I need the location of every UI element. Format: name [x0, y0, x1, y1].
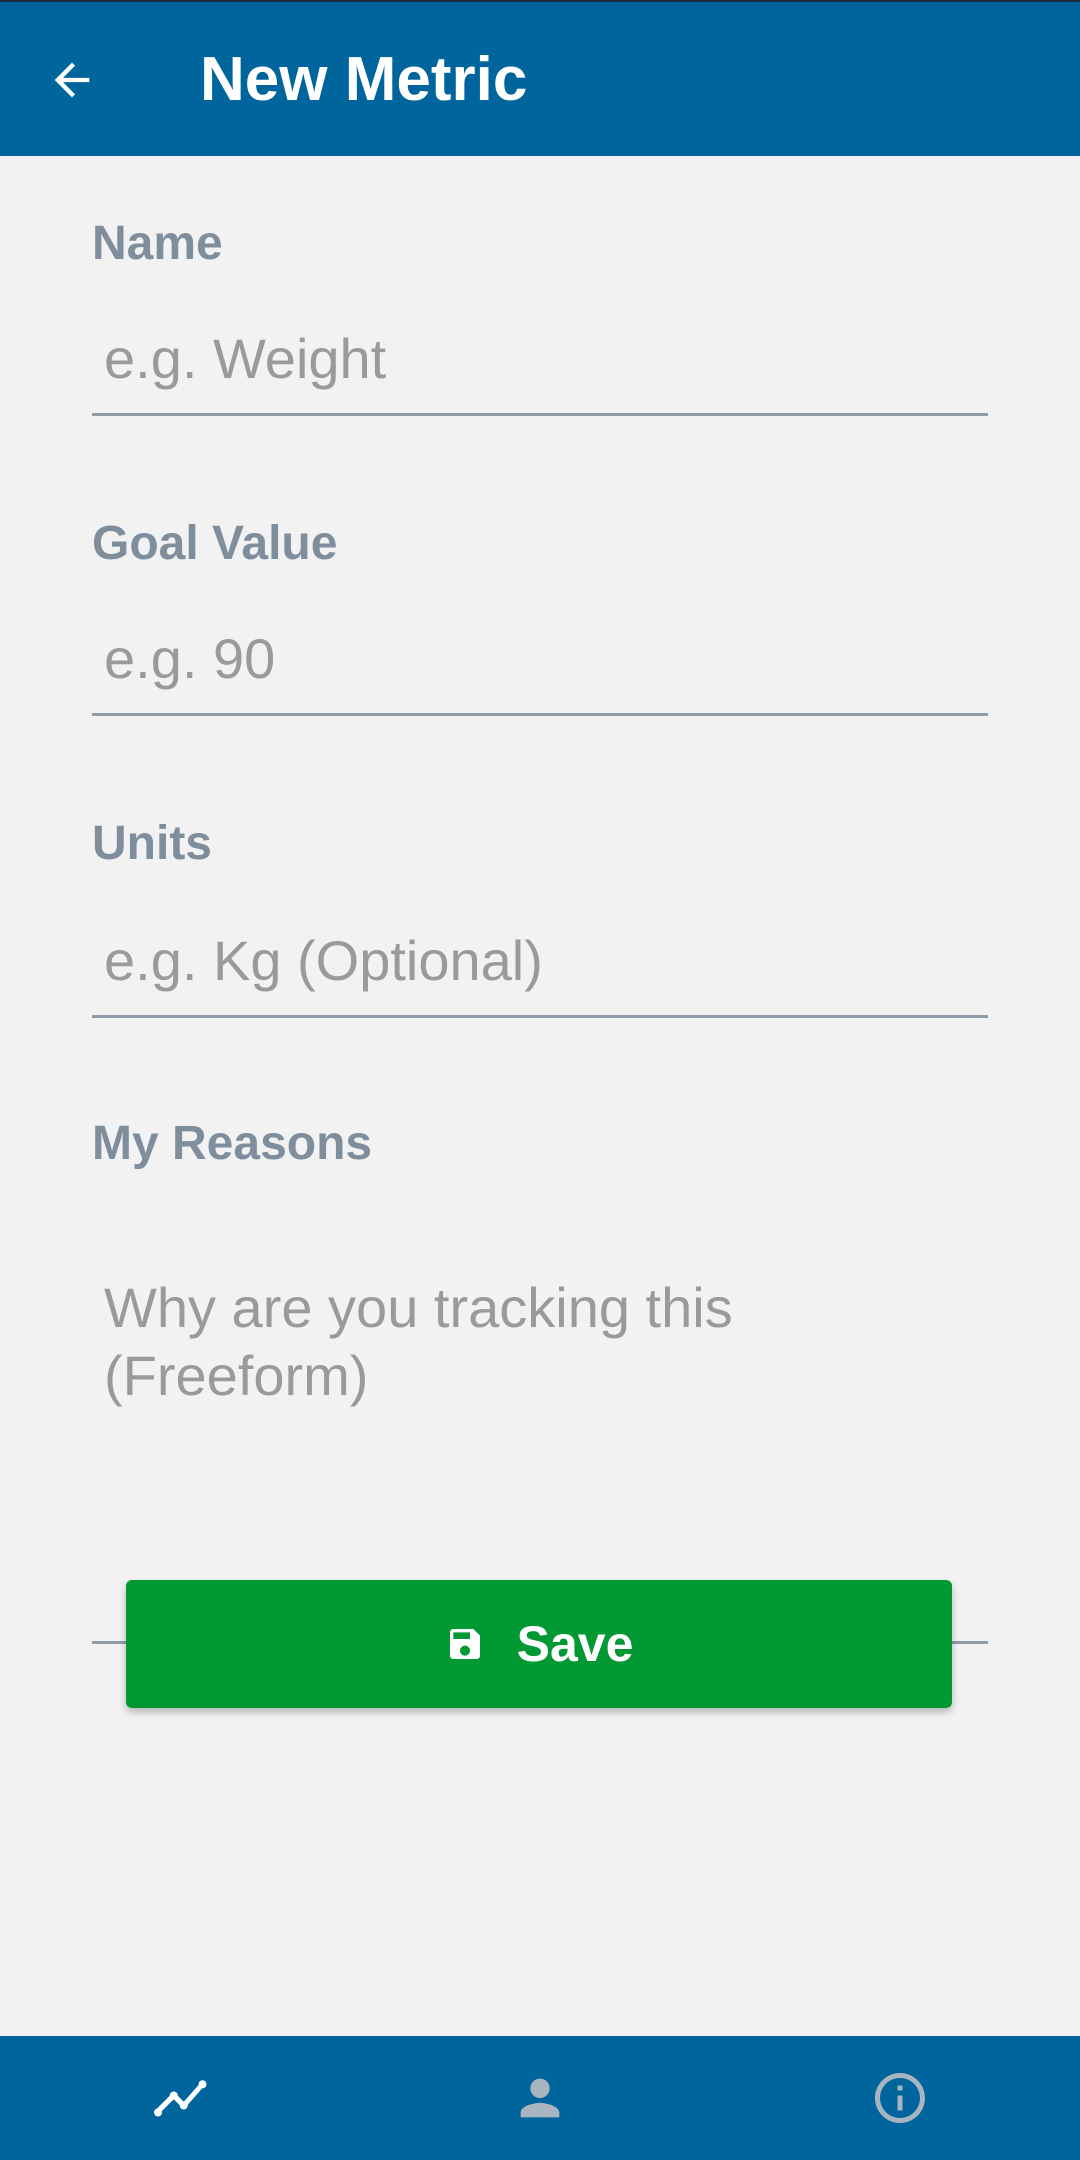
goal-value-label: Goal Value	[92, 517, 338, 570]
units-label: Units	[92, 817, 212, 870]
person-icon	[511, 2069, 569, 2127]
save-button[interactable]: Save	[126, 1580, 952, 1708]
save-label: Save	[516, 1616, 634, 1672]
nav-item-profile[interactable]	[502, 2060, 578, 2136]
goal-value-input[interactable]	[92, 604, 988, 716]
page-title: New Metric	[200, 45, 528, 114]
app-bar: New Metric	[0, 0, 1080, 156]
floppy-disk-icon	[445, 1624, 485, 1664]
nav-item-metrics[interactable]	[142, 2060, 218, 2136]
name-input[interactable]	[92, 304, 988, 416]
back-button[interactable]	[36, 44, 108, 116]
chart-line-icon	[150, 2068, 210, 2128]
name-label: Name	[92, 217, 223, 270]
info-icon	[870, 2068, 930, 2128]
units-input[interactable]	[92, 906, 988, 1018]
reasons-label: My Reasons	[92, 1117, 373, 1170]
bottom-nav	[0, 2036, 1080, 2160]
arrow-left-icon	[46, 54, 98, 106]
nav-item-info[interactable]	[862, 2060, 938, 2136]
